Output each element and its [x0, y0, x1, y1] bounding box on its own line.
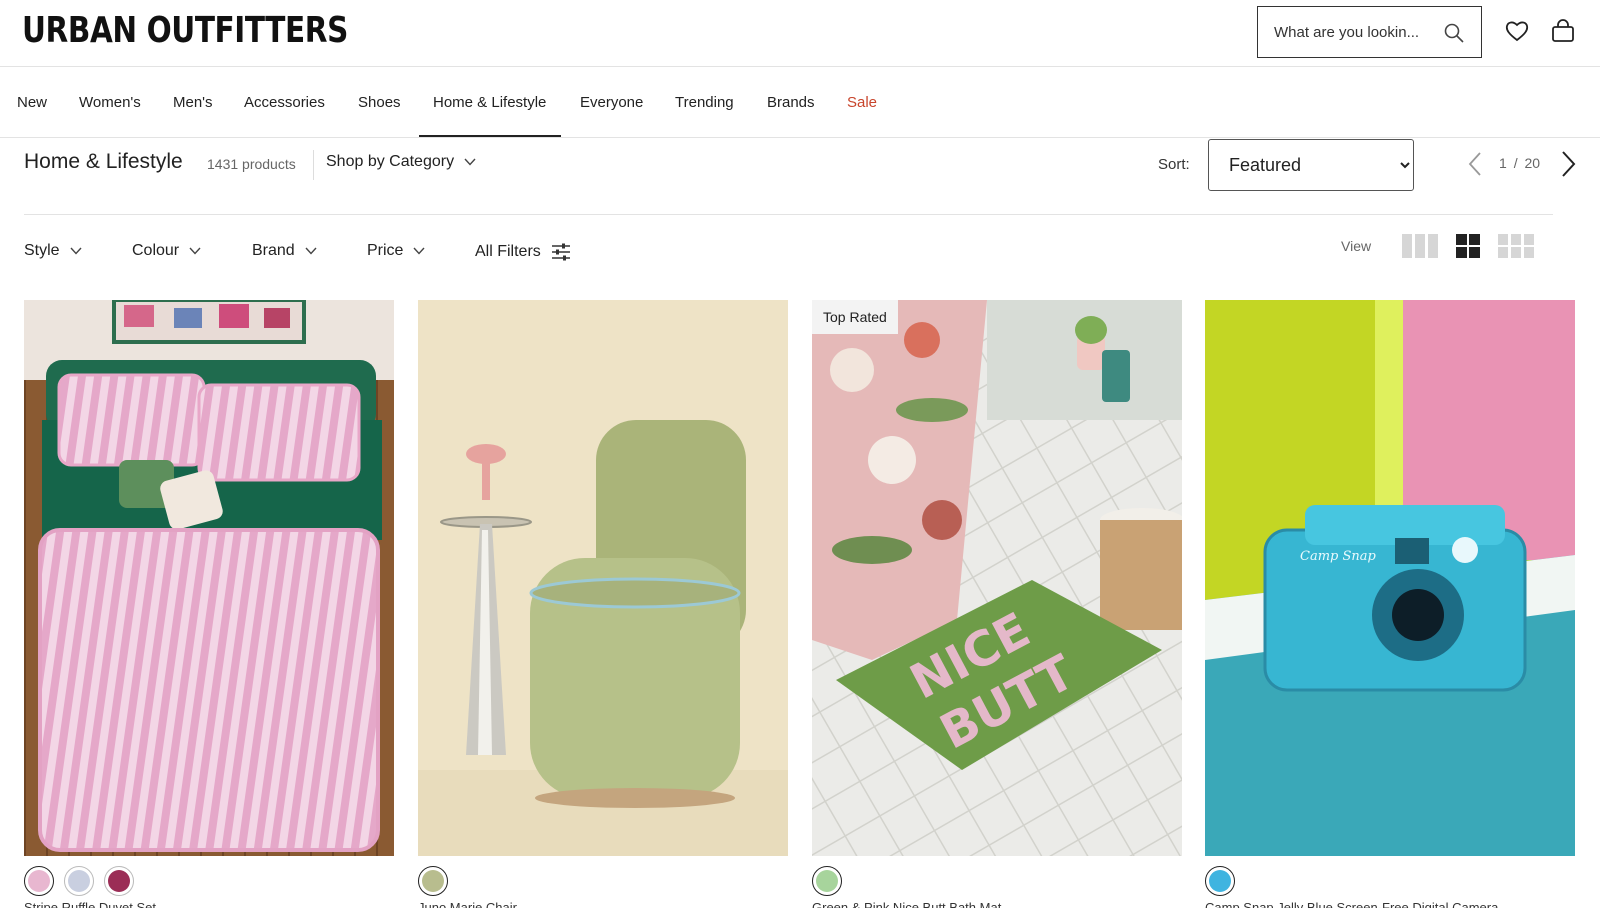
listing-header: Home & Lifestyle 1431 products Shop by C… [0, 138, 1600, 214]
chevron-down-icon [305, 247, 317, 255]
nav-item-mens[interactable]: Men's [173, 94, 213, 111]
filter-label: Style [24, 242, 60, 259]
nav-item-womens[interactable]: Women's [79, 94, 141, 111]
product-count: 1431 products [207, 156, 296, 172]
chevron-down-icon [464, 158, 476, 166]
product-name[interactable]: Stripe Ruffle Duvet Set [24, 900, 156, 908]
three-column-view-icon[interactable] [1402, 234, 1438, 258]
filter-label: All Filters [475, 243, 541, 260]
product-image[interactable]: NICE BUTT [812, 300, 1182, 856]
nav-item-brands[interactable]: Brands [767, 94, 815, 111]
nav-item-trending[interactable]: Trending [675, 94, 734, 111]
search-box[interactable] [1257, 6, 1482, 58]
nav-item-accessories[interactable]: Accessories [244, 94, 325, 111]
color-swatch[interactable] [418, 866, 448, 896]
search-input[interactable] [1274, 23, 1434, 41]
color-swatch[interactable] [24, 866, 54, 896]
divider [24, 214, 1553, 215]
top-rated-badge: Top Rated [812, 300, 898, 334]
nav-item-everyone[interactable]: Everyone [580, 94, 643, 111]
product-card[interactable] [418, 300, 788, 856]
product-name[interactable]: Camp Snap Jelly Blue Screen-Free Digital… [1205, 900, 1498, 908]
swatch-color [1209, 870, 1231, 892]
color-swatch[interactable] [64, 866, 94, 896]
product-image[interactable] [24, 300, 394, 856]
product-image[interactable] [418, 300, 788, 856]
product-image[interactable]: Camp Snap [1205, 300, 1575, 856]
filter-colour[interactable]: Colour [132, 242, 201, 260]
product-name[interactable]: Juno Marie Chair [418, 900, 517, 908]
view-label: View [1341, 238, 1372, 254]
nav-item-shoes[interactable]: Shoes [358, 94, 401, 111]
active-nav-indicator [419, 135, 561, 137]
shopping-bag-icon[interactable] [1550, 18, 1576, 44]
swatch-color [68, 870, 90, 892]
svg-text:Camp Snap: Camp Snap [1300, 549, 1377, 564]
filter-label: Brand [252, 242, 295, 259]
divider [313, 150, 314, 180]
filter-label: Price [367, 242, 404, 259]
color-swatches [1205, 866, 1235, 898]
nav-item-sale[interactable]: Sale [847, 94, 877, 111]
filter-style[interactable]: Style [24, 242, 82, 260]
product-card[interactable]: NICE BUTT Top Rated [812, 300, 1182, 856]
swatch-color [422, 870, 444, 892]
total-pages: 20 [1524, 155, 1541, 171]
all-filters-button[interactable]: All Filters [475, 242, 571, 262]
chevron-down-icon [189, 247, 201, 255]
chevron-down-icon [70, 247, 82, 255]
logo[interactable]: URBAN OUTFITTERS [22, 10, 348, 51]
filter-price[interactable]: Price [367, 242, 425, 260]
color-swatch[interactable] [1205, 866, 1235, 896]
previous-page-icon[interactable] [1465, 151, 1485, 177]
pagination-indicator: 1 / 20 [1499, 155, 1540, 171]
swatch-color [816, 870, 838, 892]
filter-bar: Style Colour Brand Price All Filters Vie… [0, 230, 1600, 274]
next-page-icon[interactable] [1558, 150, 1578, 178]
two-by-two-view-icon[interactable] [1456, 234, 1480, 258]
shop-by-category-dropdown[interactable]: Shop by Category [326, 153, 476, 171]
grid-view-icon[interactable] [1498, 234, 1534, 258]
shop-by-category-label: Shop by Category [326, 153, 455, 170]
filter-brand[interactable]: Brand [252, 242, 317, 260]
color-swatches [812, 866, 842, 898]
sliders-icon [551, 243, 570, 261]
swatch-color [108, 870, 130, 892]
page-separator: / [1513, 155, 1518, 171]
main-nav: New Women's Men's Accessories Shoes Home… [0, 67, 1600, 138]
color-swatch[interactable] [812, 866, 842, 896]
color-swatch[interactable] [104, 866, 134, 896]
swatch-color [28, 870, 50, 892]
sort-label: Sort: [1158, 156, 1190, 173]
page-title: Home & Lifestyle [24, 150, 183, 173]
filter-label: Colour [132, 242, 180, 259]
color-swatches [24, 866, 134, 898]
chevron-down-icon [413, 247, 425, 255]
heart-icon[interactable] [1504, 18, 1530, 44]
nav-item-new[interactable]: New [17, 94, 47, 111]
current-page: 1 [1499, 155, 1507, 171]
search-icon[interactable] [1443, 22, 1465, 44]
product-name[interactable]: Green & Pink Nice Butt Bath Mat [812, 900, 1001, 908]
sort-select[interactable]: Featured [1208, 139, 1414, 191]
site-header: URBAN OUTFITTERS [0, 0, 1600, 67]
product-card[interactable] [24, 300, 394, 856]
color-swatches [418, 866, 448, 898]
product-card[interactable]: Camp Snap [1205, 300, 1575, 856]
nav-item-home-lifestyle[interactable]: Home & Lifestyle [433, 94, 546, 111]
